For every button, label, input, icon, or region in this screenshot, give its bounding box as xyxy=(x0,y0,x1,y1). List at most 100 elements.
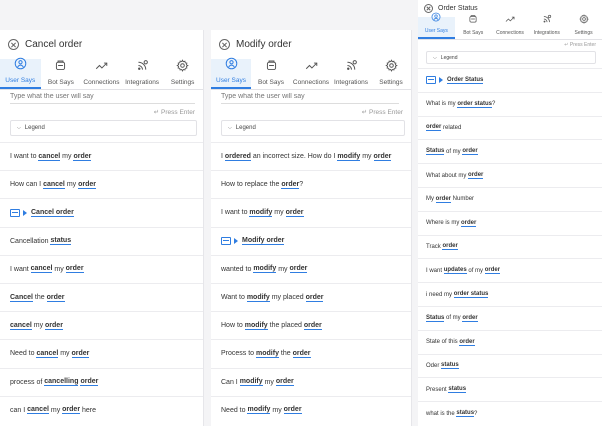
integrations-icon xyxy=(542,12,552,30)
connections-icon xyxy=(95,59,108,79)
tab-user-says[interactable]: User Says xyxy=(0,57,41,89)
tab-connections[interactable]: Connections xyxy=(81,59,122,89)
utterance-row[interactable]: Can I modify my order xyxy=(211,367,411,396)
close-icon[interactable] xyxy=(219,39,230,50)
utterance-row[interactable]: How to modify the placed order xyxy=(211,311,411,339)
tab-label: Connections xyxy=(496,30,524,36)
utterance-row[interactable]: wanted to modify my order xyxy=(211,254,411,283)
entity-highlight: order xyxy=(292,349,311,358)
user-says-input[interactable] xyxy=(221,90,399,104)
tab-user-says[interactable]: User Says xyxy=(418,12,455,39)
utterance-row[interactable]: Present status xyxy=(418,377,602,401)
tab-connections[interactable]: Connections xyxy=(291,59,331,89)
utterance-row[interactable]: I want to cancel my order xyxy=(0,142,203,170)
utterance-text: Can I xyxy=(221,378,240,386)
tab-label: Connections xyxy=(292,79,330,86)
tab-label: Integrations xyxy=(334,79,368,86)
utterance-row[interactable]: Status of my order xyxy=(418,305,602,330)
utterance-row[interactable]: I want to modify my order xyxy=(211,198,411,226)
entity-highlight: Status xyxy=(426,148,445,156)
utterance-row[interactable]: What about my order xyxy=(418,163,602,187)
utterance-row[interactable]: Status of my order xyxy=(418,139,602,163)
utterance-row[interactable]: State of this order xyxy=(418,329,602,354)
entity-highlight: modify xyxy=(246,293,270,302)
tab-integrations[interactable]: Integrations xyxy=(331,59,371,89)
utterance-text: can I xyxy=(10,406,28,414)
utterance-text: My xyxy=(426,196,436,203)
utterance-row[interactable]: can I cancel my order here xyxy=(0,395,203,424)
utterance-row[interactable]: Oder status xyxy=(418,353,602,378)
utterance-row[interactable]: order related xyxy=(418,115,602,140)
arrow-icon xyxy=(234,238,238,245)
utterance-text: Cancellation xyxy=(10,237,51,245)
tab-connections[interactable]: Connections xyxy=(492,16,529,39)
close-icon[interactable] xyxy=(8,39,19,50)
utterance-text: related xyxy=(441,124,462,131)
entity-highlight: Status xyxy=(426,314,445,322)
gear-icon xyxy=(176,59,189,79)
utterance-row[interactable]: process of cancelling order xyxy=(0,367,203,396)
entity-highlight: cancel xyxy=(36,349,59,358)
utterance-row[interactable]: My order Number xyxy=(418,186,602,211)
entity-highlight: order xyxy=(281,180,300,189)
utterance-row[interactable]: What is my order status? xyxy=(418,91,602,116)
utterance-text: what is the xyxy=(426,410,457,417)
entity-highlight: order xyxy=(45,321,63,330)
utterance-row[interactable]: cancel my order xyxy=(0,311,203,339)
utterance-row[interactable]: Track order xyxy=(418,234,602,259)
legend-toggle[interactable]: ⌵ Legend xyxy=(221,120,405,136)
close-icon[interactable] xyxy=(424,4,433,13)
utterance-row[interactable]: I want updates of my order xyxy=(418,258,602,282)
tab-settings[interactable]: Settings xyxy=(565,14,602,39)
utterance-row[interactable]: what is the status? xyxy=(418,401,602,425)
utterance-text: my xyxy=(31,322,46,330)
utterance-row[interactable]: Where is my order xyxy=(418,210,602,235)
bot-icon xyxy=(265,59,278,79)
enter-arrow-icon: ↵ xyxy=(153,109,162,116)
tab-label: Settings xyxy=(170,79,195,86)
utterance-row[interactable]: i need my order status xyxy=(418,282,602,306)
utterance-text: Track xyxy=(426,243,443,250)
entity-highlight: Cancel order xyxy=(31,208,74,217)
intent-row[interactable]: Cancel order xyxy=(0,198,203,226)
legend-toggle[interactable]: ⌵ Legend xyxy=(426,51,596,64)
user-says-input[interactable] xyxy=(10,90,195,104)
utterance-row[interactable]: Cancel the order xyxy=(0,282,203,311)
chevron-down-icon: ⌵ xyxy=(433,54,437,61)
tab-settings[interactable]: Settings xyxy=(371,59,411,89)
entity-highlight: modify xyxy=(244,321,268,330)
tab-bot-says[interactable]: Bot Says xyxy=(251,59,291,89)
entity-highlight: order xyxy=(373,152,392,161)
intent-row[interactable]: Order Status xyxy=(418,68,602,92)
utterance-text: I want xyxy=(426,267,444,274)
tab-settings[interactable]: Settings xyxy=(162,59,203,89)
utterance-row[interactable]: I want cancel my order xyxy=(0,254,203,283)
entity-highlight: order xyxy=(461,219,477,227)
utterance-text: my xyxy=(48,406,63,414)
tab-user-says[interactable]: User Says xyxy=(211,57,251,89)
utterance-row[interactable]: How can I cancel my order xyxy=(0,170,203,198)
entity-highlight: cancel xyxy=(10,321,32,330)
utterance-text: my xyxy=(276,265,290,273)
utterance-row[interactable]: How to replace the order? xyxy=(211,170,411,198)
entity-highlight: modify xyxy=(247,406,271,415)
user-icon xyxy=(431,10,441,28)
integrations-icon xyxy=(345,59,358,79)
utterance-row[interactable]: Want to modify my placed order xyxy=(211,282,411,311)
entity-highlight: order xyxy=(283,406,302,415)
enter-arrow-icon: ↵ xyxy=(361,109,370,116)
utterance-row[interactable]: Need to cancel my order xyxy=(0,339,203,367)
utterance-text: the placed xyxy=(267,322,304,330)
tab-integrations[interactable]: Integrations xyxy=(122,59,163,89)
entity-highlight: status xyxy=(448,386,467,394)
utterance-row[interactable]: Process to modify the order xyxy=(211,339,411,367)
tab-bot-says[interactable]: Bot Says xyxy=(41,59,82,89)
utterance-row[interactable]: Need to modify my order xyxy=(211,395,411,424)
intent-row[interactable]: Modify order xyxy=(211,226,411,255)
bot-icon xyxy=(54,59,67,79)
tab-bot-says[interactable]: Bot Says xyxy=(455,15,492,39)
utterance-row[interactable]: Cancellation status xyxy=(0,226,203,255)
utterance-row[interactable]: I ordered an incorrect size. How do I mo… xyxy=(211,142,411,170)
legend-toggle[interactable]: ⌵ Legend xyxy=(10,120,197,136)
tab-integrations[interactable]: Integrations xyxy=(528,14,565,39)
